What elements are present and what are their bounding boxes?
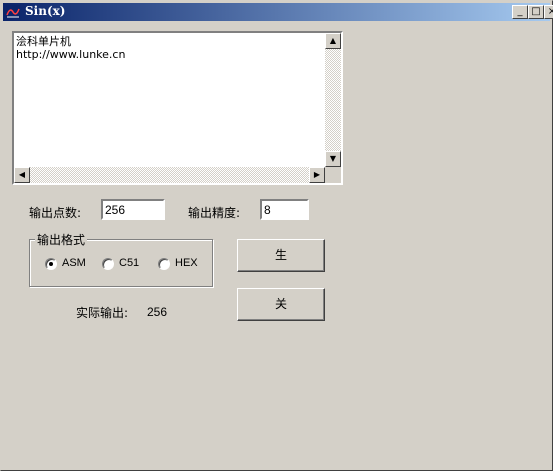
points-label: 输出点数:	[29, 206, 82, 220]
output-memo[interactable]: 浍科单片机 http://www.lunke.cn ▲ ▼ ◀ ▶	[12, 31, 343, 185]
radio-selected-dot	[49, 262, 53, 266]
actual-output-label: 实际输出:	[76, 306, 129, 320]
scroll-right-icon[interactable]: ▶	[309, 167, 325, 183]
radio-c51-label[interactable]: C51	[119, 257, 139, 269]
precision-label: 输出精度:	[188, 206, 241, 220]
horizontal-scrollbar[interactable]: ◀ ▶	[14, 167, 325, 183]
app-window: Sin(x) _ □ × 浍科单片机 http://www.lunke.cn ▲…	[0, 0, 553, 471]
window-title: Sin(x)	[25, 4, 66, 18]
points-input[interactable]: 256	[101, 199, 165, 220]
radio-c51-circle[interactable]	[102, 258, 114, 270]
radio-hex-circle[interactable]	[158, 258, 170, 270]
title-bar[interactable]: Sin(x) _ □ ×	[3, 3, 553, 21]
actual-output-value: 256	[147, 305, 168, 319]
scroll-up-icon[interactable]: ▲	[325, 33, 341, 49]
scroll-down-icon[interactable]: ▼	[325, 151, 341, 167]
scroll-left-icon[interactable]: ◀	[14, 167, 30, 183]
vertical-scrollbar[interactable]: ▲ ▼	[325, 33, 341, 167]
memo-text[interactable]: 浍科单片机 http://www.lunke.cn	[16, 35, 125, 61]
close-window-button[interactable]: ×	[544, 5, 553, 19]
radio-asm[interactable]: ASM	[45, 257, 95, 271]
precision-input[interactable]: 8	[260, 199, 309, 220]
scroll-corner	[325, 167, 341, 183]
close-button[interactable]: 关	[237, 288, 325, 321]
output-format-title: 输出格式	[35, 231, 88, 248]
radio-hex-label[interactable]: HEX	[175, 257, 198, 269]
radio-asm-circle[interactable]	[45, 258, 57, 270]
minimize-button[interactable]: _	[512, 5, 528, 19]
app-icon	[6, 5, 20, 19]
generate-button[interactable]: 生	[237, 239, 325, 272]
radio-hex[interactable]: HEX	[158, 257, 203, 271]
radio-c51[interactable]: C51	[102, 257, 147, 271]
maximize-button[interactable]: □	[528, 5, 544, 19]
radio-asm-label[interactable]: ASM	[62, 257, 86, 269]
